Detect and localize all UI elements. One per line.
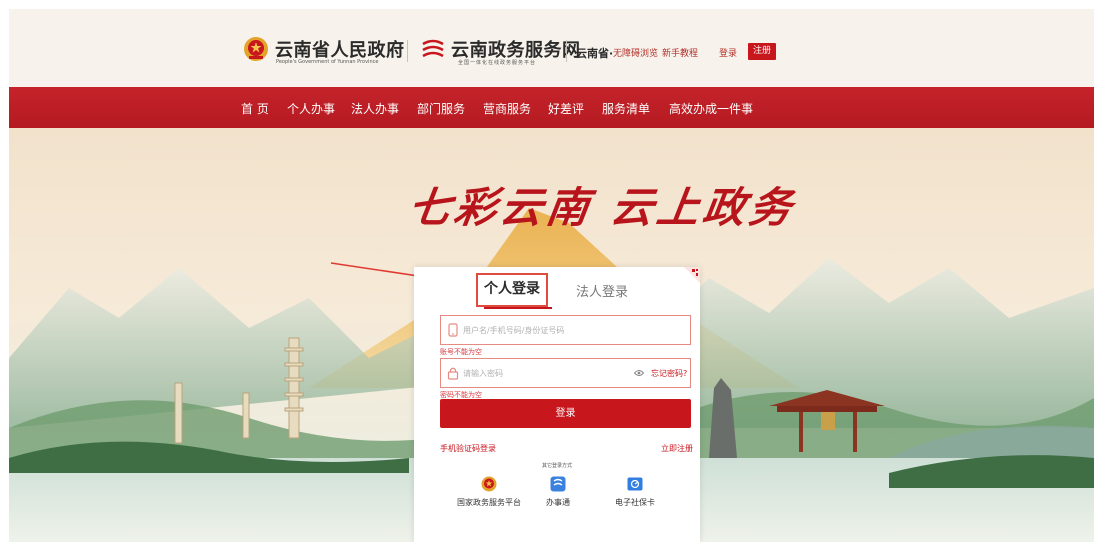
header-divider: [566, 40, 567, 62]
header-register-button[interactable]: 注册: [748, 43, 776, 60]
lock-icon: [447, 367, 459, 380]
login-card: 个人登录 法人登录 账号不能为空 忘记密: [414, 267, 700, 542]
password-field: 忘记密码?: [440, 358, 691, 388]
tab-personal-login[interactable]: 个人登录: [476, 273, 548, 307]
nav-item-business[interactable]: 营商服务: [483, 100, 531, 117]
nav-item-legal[interactable]: 法人办事: [351, 100, 399, 117]
region-selector[interactable]: 云南省·: [576, 45, 613, 61]
nav-item-rating[interactable]: 好差评: [548, 100, 584, 117]
other-login-label: 其它登录方式: [541, 463, 572, 469]
social-card-login[interactable]: 电子社保卡: [590, 476, 680, 508]
phone-icon: [448, 323, 458, 337]
header-divider: [407, 40, 408, 62]
eye-icon[interactable]: [634, 369, 644, 377]
password-input[interactable]: [463, 359, 623, 387]
register-now-link[interactable]: 立即注册: [661, 443, 693, 454]
platform-subtitle: 全国一体化在线政务服务平台: [458, 60, 537, 66]
gov-subtitle: People's Government of Yunnan Province: [276, 59, 379, 65]
accessible-link[interactable]: 无障碍浏览: [613, 46, 658, 59]
account-error: 账号不能为空: [440, 348, 482, 356]
social-card-label: 电子社保卡: [615, 498, 655, 507]
nav-item-home[interactable]: 首 页: [241, 100, 269, 117]
nav-item-departments[interactable]: 部门服务: [417, 100, 465, 117]
tab-legal-login[interactable]: 法人登录: [576, 281, 628, 300]
header-login-link[interactable]: 登录: [719, 46, 737, 59]
page: 云南省人民政府 People's Government of Yunnan Pr…: [9, 9, 1094, 542]
nav-item-service-list[interactable]: 服务清单: [602, 100, 650, 117]
account-field: [440, 315, 691, 345]
banshitong-icon: [550, 476, 566, 492]
guide-link[interactable]: 新手教程: [662, 46, 698, 59]
account-input[interactable]: [463, 316, 623, 344]
login-submit-button[interactable]: 登录: [440, 399, 691, 428]
forgot-password-link[interactable]: 忘记密码?: [651, 368, 687, 379]
active-tab-indicator: [484, 307, 552, 309]
nav-item-one-thing[interactable]: 高效办成一件事: [669, 100, 753, 117]
top-header: 云南省人民政府 People's Government of Yunnan Pr…: [9, 9, 1094, 87]
national-emblem-icon: [481, 476, 497, 492]
platform-logo-icon: [422, 39, 444, 58]
gov-emblem-icon: [244, 37, 268, 61]
qr-code-toggle-icon[interactable]: [684, 267, 700, 283]
social-security-card-icon: [627, 477, 643, 491]
hero-slogan: 七彩云南 云上政务: [405, 183, 799, 232]
sms-login-link[interactable]: 手机验证码登录: [440, 443, 496, 454]
nav-item-personal[interactable]: 个人办事: [287, 100, 335, 117]
main-nav: 首 页 个人办事 法人办事 部门服务 营商服务 好差评 服务清单 高效办成一件事: [9, 87, 1094, 128]
